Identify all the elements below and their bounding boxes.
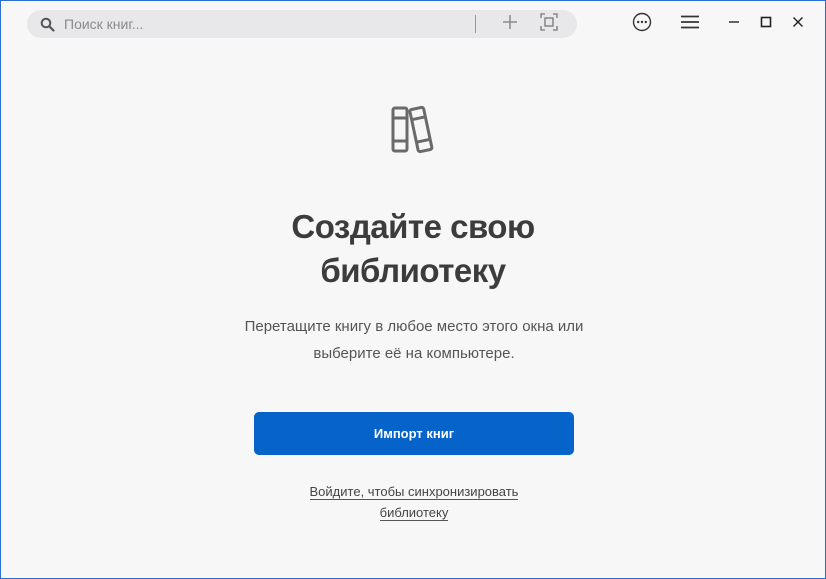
more-icon (632, 12, 652, 37)
search-bar (27, 10, 577, 38)
menu-button[interactable] (676, 10, 704, 38)
menu-icon (680, 15, 700, 34)
add-button[interactable] (498, 12, 522, 36)
subtitle-line-2: выберите её на компьютере. (313, 345, 515, 362)
add-icon (502, 14, 518, 35)
library-books-icon (389, 103, 441, 155)
empty-library-panel: Создайте свою библиотеку Перетащите книг… (1, 47, 825, 578)
signin-link-line-2[interactable]: библиотеку (379, 505, 449, 521)
maximize-button[interactable] (752, 10, 780, 38)
more-options-button[interactable] (628, 10, 656, 38)
focus-frame-icon (540, 12, 558, 36)
search-icon (38, 15, 56, 33)
import-books-button[interactable]: Импорт книг (254, 412, 574, 455)
minimize-button[interactable] (720, 10, 748, 38)
signin-link-line-1[interactable]: Войдите, чтобы синхронизировать (309, 484, 519, 500)
subtitle-line-1: Перетащите книгу в любое место этого окн… (244, 318, 584, 335)
top-bar (1, 1, 825, 47)
app-window: Создайте свою библиотеку Перетащите книг… (0, 0, 826, 579)
minimize-icon (728, 15, 740, 33)
maximize-icon (760, 15, 772, 33)
title-line-2: библиотеку (320, 252, 506, 289)
empty-state-subtitle: Перетащите книгу в любое место этого окн… (201, 313, 627, 367)
title-line-1: Создайте свою (291, 208, 535, 245)
empty-state-title: Создайте свою библиотеку (1, 205, 825, 293)
search-divider (475, 15, 476, 33)
signin-sync-link[interactable]: Войдите, чтобы синхронизировать библиоте… (264, 481, 564, 523)
close-button[interactable] (784, 10, 812, 38)
close-icon (792, 15, 804, 33)
focus-frame-button[interactable] (537, 12, 561, 36)
search-input[interactable] (64, 12, 454, 36)
